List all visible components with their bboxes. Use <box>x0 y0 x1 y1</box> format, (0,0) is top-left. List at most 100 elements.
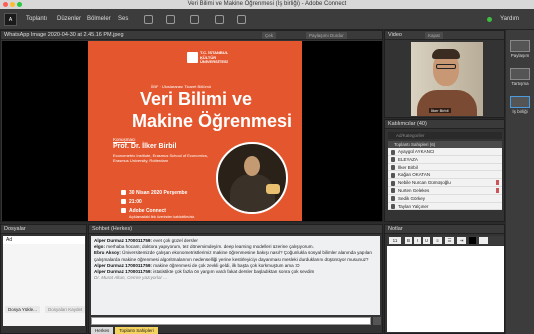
notes-text-area[interactable] <box>387 246 504 332</box>
layout-is-birligi[interactable]: İş birliği <box>509 96 531 114</box>
event-date: 30 Nisan 2020 Perşembe <box>121 190 187 196</box>
notes-pod: Notlar 11 B I U ≡ ☰ ⇥ <box>384 224 505 334</box>
microphone-icon[interactable] <box>166 15 175 24</box>
tab-herkes[interactable]: Herkes <box>91 327 114 334</box>
layout-thumbnail-icon <box>510 40 530 52</box>
speaker-photo <box>216 142 288 214</box>
bold-icon[interactable]: B <box>405 237 412 244</box>
stop-sharing-button[interactable]: Paylaşımı Durdur <box>306 32 347 39</box>
layout-paylasim[interactable]: Paylaşım <box>509 40 531 58</box>
person-icon <box>391 172 395 178</box>
menubar: A Toplantı Düzenler Bölmeler Ses Yardım <box>0 9 534 30</box>
attendee-row[interactable]: Ayaygül AYKANCI <box>388 148 502 156</box>
speaker-affiliation: Econometric Institute, Erasmus School of… <box>113 153 208 163</box>
person-icon <box>391 196 395 202</box>
share-screen-icon[interactable] <box>237 15 246 24</box>
background-color-icon[interactable] <box>479 237 488 244</box>
maximize-window-button[interactable] <box>17 2 22 7</box>
microphone-icon <box>496 187 499 193</box>
menu-duzenler[interactable]: Düzenler <box>57 9 81 30</box>
chat-message: Ebru Aksoy: Üniversitemizde çalışan ekon… <box>94 250 372 262</box>
chat-input[interactable] <box>91 317 371 325</box>
menu-toplanti[interactable]: Toplantı <box>26 9 47 30</box>
attendee-list: Ayaygül AYKANCI ELEYAZA İlker Birbil Kağ… <box>388 148 502 211</box>
notes-pod-title: Notlar <box>385 225 504 234</box>
speaker-name: Prof. Dr. İlker Birbil <box>113 143 177 150</box>
attendee-search-input[interactable]: Ad/Kategoriler <box>388 132 502 139</box>
microphone-icon <box>496 180 499 186</box>
slide-title-line2: Makine Öğrenmesi <box>132 111 293 131</box>
attendee-row[interactable]: Kağan OKATAN <box>388 171 502 180</box>
person-icon <box>391 157 395 163</box>
font-size-select[interactable]: 11 <box>389 237 401 244</box>
minimize-window-button[interactable] <box>10 2 15 7</box>
chat-pod-title: Sohbet (Herkes) <box>89 225 382 234</box>
shared-slide-image: T.C. İSTANBUL KÜLTÜR ÜNİVERSİTESİ İİBF ·… <box>88 41 302 221</box>
attendee-row[interactable]: Nurten Gelekes <box>388 186 502 195</box>
speaker-icon[interactable] <box>144 15 153 24</box>
window-title: Veri Bilimi ve Makine Öğrenmesi (İş birl… <box>187 1 347 7</box>
calendar-icon <box>121 190 126 195</box>
video-pod: Video Kapat İlker Birbil <box>384 30 505 118</box>
attendee-row[interactable]: İlker Birbil <box>388 163 502 172</box>
layout-thumbnail-icon <box>510 68 530 80</box>
clock-icon <box>121 199 126 204</box>
save-files-button[interactable]: Dosyaları Kaydet <box>45 306 86 313</box>
connection-status-icon <box>487 17 492 22</box>
video-name-tag: İlker Birbil <box>429 108 451 113</box>
attendee-row[interactable]: Taylan Yalçıner <box>388 202 502 211</box>
layout-thumbnail-icon <box>510 96 530 108</box>
list-icon[interactable]: ☰ <box>445 237 454 244</box>
window-titlebar: Veri Bilimi ve Makine Öğrenmesi (İş birl… <box>0 0 534 9</box>
files-pod-title: Dosyalar <box>1 225 86 234</box>
close-window-button[interactable] <box>3 2 8 7</box>
underline-icon[interactable]: U <box>423 237 430 244</box>
layout-tartisma[interactable]: Tartışma <box>509 68 531 86</box>
university-name: T.C. İSTANBUL KÜLTÜR ÜNİVERSİTESİ <box>200 50 229 64</box>
files-list[interactable] <box>3 244 85 326</box>
person-icon <box>391 204 395 210</box>
webcam-feed: İlker Birbil <box>411 42 483 116</box>
speaker-label: Konuşmacı <box>113 137 136 142</box>
text-color-icon[interactable] <box>469 237 476 244</box>
chat-tabs: Herkes Toplantı Sahipleri <box>91 327 158 334</box>
window-controls[interactable] <box>3 2 22 7</box>
share-pod: WhatsApp Image 2020-04-30 at 2.45.16 PM.… <box>0 30 383 222</box>
attendee-row[interactable]: Nebile Nurcan Gümüşoğlu <box>388 179 502 187</box>
stop-video-button[interactable]: Kapat <box>425 32 443 39</box>
person-icon <box>391 180 395 186</box>
location-pin-icon <box>121 208 126 213</box>
slide-title-line1: Veri Bilimi ve <box>140 89 253 109</box>
sync-button[interactable]: Çek <box>262 32 277 39</box>
chat-messages: Alper Durmaz 1700011759: evet çok güzel … <box>91 236 380 315</box>
indent-icon[interactable]: ⇥ <box>457 237 466 244</box>
notes-toolbar: 11 B I U ≡ ☰ ⇥ <box>387 236 504 245</box>
attendee-row[interactable]: ELEYAZA <box>388 155 502 164</box>
files-pod: Dosyalar Ad Dosya Yükle... Dosyaları Kay… <box>0 224 87 334</box>
menu-bolmeler[interactable]: Bölmeler <box>87 9 111 30</box>
attendees-pod: Katılımcılar (40) Ad/Kategoriler Toplant… <box>384 119 505 222</box>
attendees-pod-title: Katılımcılar (40) <box>385 120 504 129</box>
event-time: 21:00 <box>121 199 142 205</box>
person-icon <box>391 165 395 171</box>
person-icon <box>391 188 395 194</box>
chat-pod: Sohbet (Herkes) Alper Durmaz 1700011759:… <box>88 224 383 334</box>
attendee-row[interactable]: Sedik Görkey <box>388 194 502 203</box>
raise-hand-icon[interactable] <box>215 15 224 24</box>
menu-ses[interactable]: Ses <box>118 9 128 30</box>
event-note: Açıklamadaki link üzerinden katılabilirs… <box>129 215 196 219</box>
files-column-name[interactable]: Ad <box>3 236 85 244</box>
person-icon <box>391 149 395 155</box>
italic-icon[interactable]: I <box>414 237 421 244</box>
typing-indicator: Dr. Murat Altun, Cemre yazıyorlar ... <box>94 275 168 281</box>
share-content: T.C. İSTANBUL KÜLTÜR ÜNİVERSİTESİ İİBF ·… <box>2 41 382 221</box>
send-icon[interactable] <box>373 317 381 325</box>
webcam-icon[interactable] <box>190 15 199 24</box>
host-group-header[interactable]: Toplantı Sahipleri (6) <box>388 141 502 148</box>
adobe-logo-icon: A <box>4 13 17 26</box>
tab-toplanti-sahipleri[interactable]: Toplantı Sahipleri <box>115 327 158 334</box>
upload-file-button[interactable]: Dosya Yükle... <box>5 306 40 313</box>
event-platform: Adobe Connect <box>121 208 166 214</box>
menu-yardim[interactable]: Yardım <box>500 9 519 30</box>
align-icon[interactable]: ≡ <box>433 237 442 244</box>
